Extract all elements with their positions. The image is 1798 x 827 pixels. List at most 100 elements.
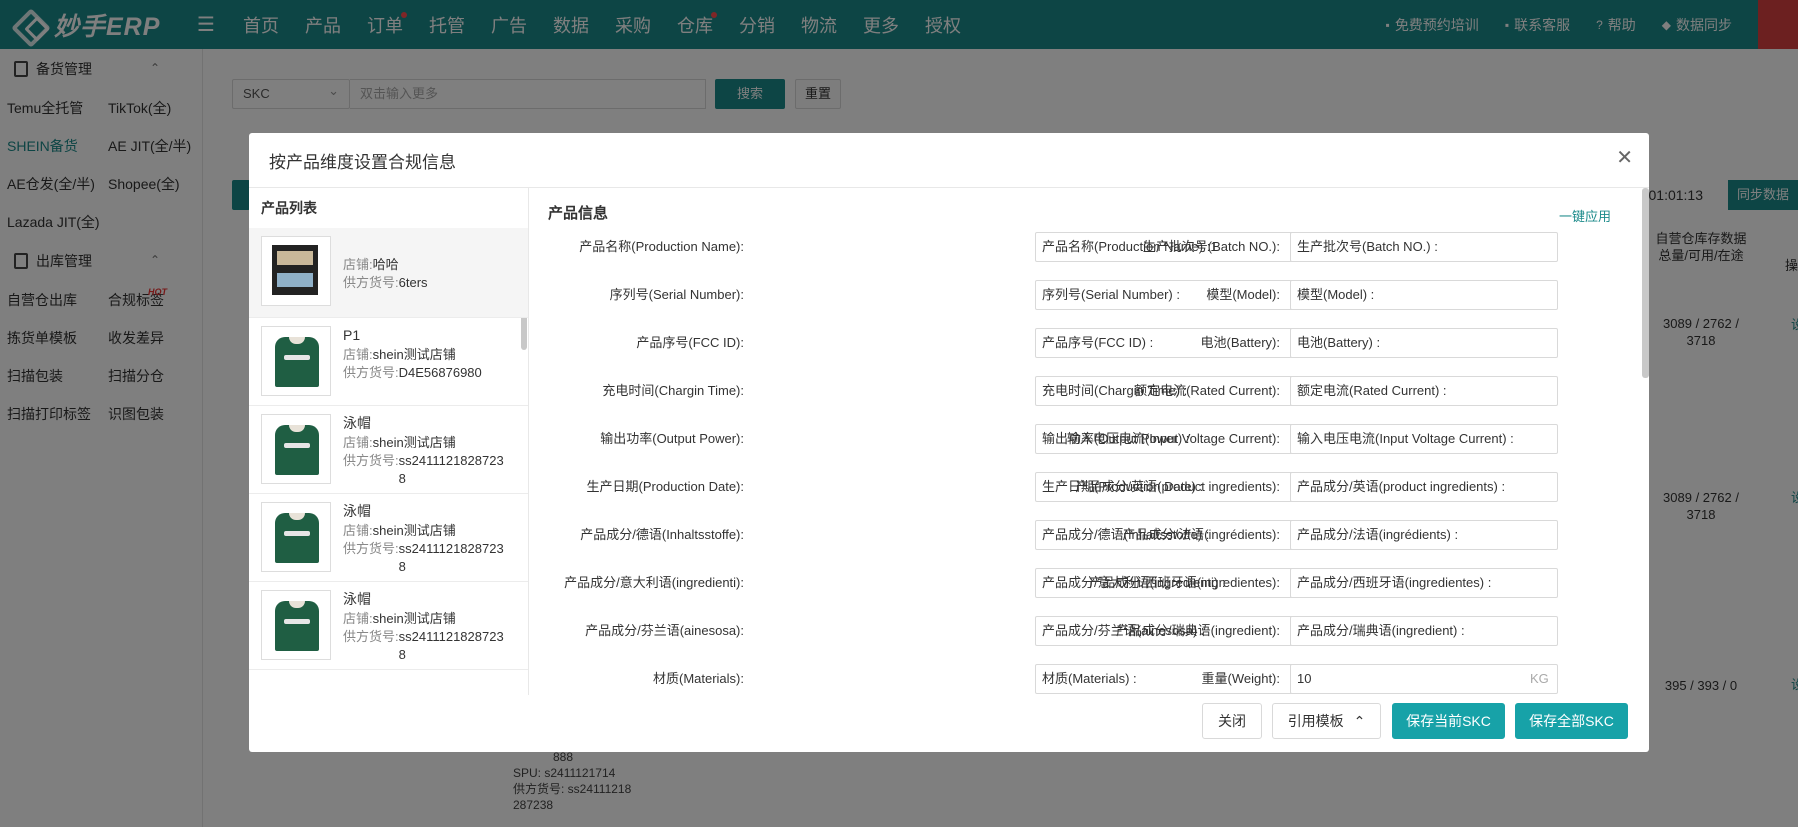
store-value: shein测试店铺 — [372, 347, 456, 362]
code-value: ss24111218287238 — [398, 453, 504, 486]
product-info: 店铺:哈哈 供方货号:6ters — [343, 236, 509, 317]
input-voltage-input[interactable]: 输入电压电流(Input Voltage Current) : — [1290, 424, 1558, 454]
field-label: 产品成分/法语(ingrédients): — [1122, 527, 1280, 542]
code-value: 6ters — [398, 275, 428, 290]
code-label: 供方货号: — [343, 541, 399, 556]
store-label: 店铺: — [343, 435, 373, 450]
store-value: shein测试店铺 — [372, 611, 456, 626]
field-label: 输入电压电流(Input Voltage Current): — [1066, 431, 1280, 446]
product-store-line: 店铺:shein测试店铺 — [343, 346, 509, 364]
ingredients-sv-input[interactable]: 产品成分/瑞典语(ingredient) : — [1290, 616, 1558, 646]
modal-footer: 关闭 引用模板 ⌃ 保存当前SKC 保存全部SKC — [249, 695, 1649, 752]
product-list-item[interactable]: 泳帽 店铺:shein测试店铺 供方货号:ss24111218287238 — [249, 582, 528, 670]
shelf-image — [272, 245, 318, 295]
store-value: shein测试店铺 — [372, 435, 456, 450]
code-value: ss24111218287238 — [398, 629, 504, 662]
product-store-line: 店铺:shein测试店铺 — [343, 434, 509, 452]
product-name: P1 — [343, 327, 361, 343]
field-label: 产品成分/西班牙语(ingredientes): — [1089, 575, 1280, 590]
field-label: 序列号(Serial Number): — [609, 287, 744, 302]
product-thumbnail — [261, 414, 331, 484]
field-label: 生产日期(Production Date): — [586, 479, 745, 494]
ingredients-fr-input[interactable]: 产品成分/法语(ingrédients) : — [1290, 520, 1558, 550]
product-info: 泳帽 店铺:shein测试店铺 供方货号:ss24111218287238 — [343, 414, 509, 493]
product-code-line: 供方货号:6ters — [343, 274, 509, 292]
tshirt-image — [275, 337, 319, 387]
field-label: 模型(Model): — [1206, 287, 1280, 302]
store-value: 哈哈 — [372, 257, 399, 272]
field-label: 产品成分/意大利语(ingredienti): — [564, 575, 744, 590]
ingredients-es-input[interactable]: 产品成分/西班牙语(ingredientes) : — [1290, 568, 1558, 598]
product-list-item[interactable]: 泳帽 店铺:shein测试店铺 供方货号:ss24111218287238 — [249, 494, 528, 582]
close-button[interactable]: 关闭 — [1202, 703, 1262, 739]
product-info: 泳帽 店铺:shein测试店铺 供方货号:ss24111218287238 — [343, 590, 509, 669]
save-all-skc-button[interactable]: 保存全部SKC — [1515, 703, 1628, 739]
product-thumbnail — [261, 590, 331, 660]
field-label: 产品序号(FCC ID): — [636, 335, 744, 350]
product-name: 泳帽 — [343, 503, 371, 519]
product-code-line: 供方货号:ss24111218287238 — [343, 452, 509, 488]
product-list-item[interactable]: 泳帽 店铺:shein测试店铺 供方货号:ss24111218287238 — [249, 406, 528, 494]
model-input[interactable]: 模型(Model) : — [1290, 280, 1558, 310]
tshirt-image — [275, 601, 319, 651]
save-current-skc-button[interactable]: 保存当前SKC — [1392, 703, 1505, 739]
field-label: 产品成分/芬兰语(ainesosa): — [585, 623, 744, 638]
detail-title: 产品信息 — [548, 205, 609, 222]
product-thumbnail — [261, 502, 331, 572]
apply-template-label: 引用模板 — [1287, 713, 1344, 729]
product-code-line: 供方货号:ss24111218287238 — [343, 628, 509, 664]
compliance-modal: 按产品维度设置合规信息 ✕ 产品列表 店铺:哈哈 供方货号:6ters P1 店… — [249, 133, 1649, 752]
close-icon[interactable]: ✕ — [1616, 145, 1633, 170]
field-label: 材质(Materials): — [652, 671, 744, 686]
product-list-item[interactable]: P1 店铺:shein测试店铺 供方货号:D4E56876980 — [249, 318, 528, 406]
product-name — [343, 236, 509, 256]
batch-no-input[interactable]: 生产批次号(Batch NO.) : — [1290, 232, 1558, 262]
modal-title: 按产品维度设置合规信息 — [269, 152, 456, 172]
store-label: 店铺: — [343, 257, 373, 272]
product-store-line: 店铺:哈哈 — [343, 256, 509, 274]
field-label: 产品名称(Production Name): — [579, 239, 744, 254]
product-code-line: 供方货号:D4E56876980 — [343, 364, 509, 382]
tshirt-image — [275, 513, 319, 563]
field-label: 额定电流(Rated Current): — [1134, 383, 1280, 398]
field-label: 产品成分/德语(Inhaltsstoffe): — [580, 527, 744, 542]
code-label: 供方货号: — [343, 453, 399, 468]
tshirt-image — [275, 425, 319, 475]
product-name: 泳帽 — [343, 415, 371, 431]
product-list-item[interactable]: 店铺:哈哈 供方货号:6ters — [249, 228, 528, 318]
rated-current-input[interactable]: 额定电流(Rated Current) : — [1290, 376, 1558, 406]
apply-all-link[interactable]: 一键应用 — [1559, 206, 1611, 225]
store-label: 店铺: — [343, 523, 373, 538]
product-name: 泳帽 — [343, 591, 371, 607]
modal-header: 按产品维度设置合规信息 — [249, 133, 1649, 188]
code-value: D4E56876980 — [398, 365, 482, 380]
product-store-line: 店铺:shein测试店铺 — [343, 522, 509, 540]
apply-template-button[interactable]: 引用模板 ⌃ — [1272, 703, 1381, 739]
product-info: 泳帽 店铺:shein测试店铺 供方货号:ss24111218287238 — [343, 502, 509, 581]
field-label: 输出功率(Output Power): — [600, 431, 744, 446]
product-list-panel: 产品列表 店铺:哈哈 供方货号:6ters P1 店铺:shein测试店铺 供方… — [249, 188, 529, 695]
store-value: shein测试店铺 — [372, 523, 456, 538]
product-info: P1 店铺:shein测试店铺 供方货号:D4E56876980 — [343, 326, 509, 405]
code-label: 供方货号: — [343, 629, 399, 644]
field-label: 电池(Battery): — [1200, 335, 1280, 350]
product-code-line: 供方货号:ss24111218287238 — [343, 540, 509, 576]
code-label: 供方货号: — [343, 365, 399, 380]
ingredients-en-input[interactable]: 产品成分/英语(product ingredients) : — [1290, 472, 1558, 502]
weight-unit: KG — [1530, 671, 1549, 686]
weight-input[interactable]: 10 — [1290, 664, 1558, 694]
store-label: 店铺: — [343, 347, 373, 362]
field-label: 充电时间(Chargin Time): — [602, 383, 744, 398]
field-label: 重量(Weight): — [1201, 671, 1281, 686]
product-store-line: 店铺:shein测试店铺 — [343, 610, 509, 628]
detail-scrollbar[interactable] — [1642, 188, 1649, 378]
product-thumbnail — [261, 236, 331, 306]
store-label: 店铺: — [343, 611, 373, 626]
field-label: 产品成分/英语(product ingredients): — [1075, 479, 1280, 494]
chevron-up-icon: ⌃ — [1353, 713, 1366, 729]
field-label: 生产批次号(Batch NO.): — [1142, 239, 1280, 254]
code-label: 供方货号: — [343, 275, 399, 290]
battery-input[interactable]: 电池(Battery) : — [1290, 328, 1558, 358]
product-detail-panel: 产品信息 一键应用 产品名称(Production Name): 产品名称(Pr… — [530, 188, 1649, 695]
product-list-title: 产品列表 — [261, 200, 317, 216]
